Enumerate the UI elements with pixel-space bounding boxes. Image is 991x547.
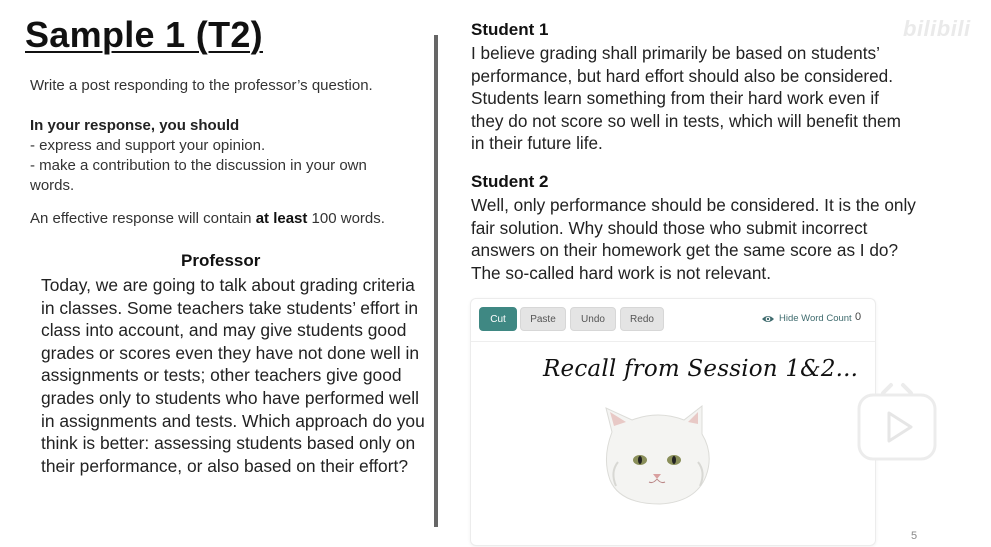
eye-icon: [762, 315, 774, 322]
student1-heading: Student 1: [471, 20, 549, 39]
editor-toolbar: Cut Paste Undo Redo Hide Word Count 0: [471, 299, 875, 342]
instruction-text: Write a post responding to the professor…: [30, 77, 373, 94]
professor-question: Today, we are going to talk about gradin…: [41, 275, 425, 476]
effective-after: 100 words.: [307, 210, 385, 227]
page-number: 5: [911, 530, 918, 542]
word-count: 0: [855, 311, 862, 323]
paste-button[interactable]: Paste: [520, 307, 566, 331]
slide-title: Sample 1 (T2): [25, 14, 263, 55]
cat-image: [605, 404, 710, 505]
effective-response-note: An effective response will contain at le…: [30, 209, 385, 229]
undo-button[interactable]: Undo: [570, 307, 616, 331]
bullet-item: - express and support your opinion.: [30, 137, 266, 154]
hide-word-count-label: Hide Word Count: [779, 313, 852, 324]
bilibili-watermark: bilibili: [903, 16, 971, 41]
cut-button[interactable]: Cut: [479, 307, 517, 331]
effective-before: An effective response will contain: [30, 210, 256, 227]
play-icon[interactable]: [855, 381, 939, 463]
response-heading: In your response, you should: [30, 117, 240, 134]
editor-content-text: Recall from Session 1&2...: [543, 356, 859, 382]
column-divider: [434, 35, 438, 527]
professor-heading: Professor: [181, 251, 261, 270]
hide-word-count-toggle[interactable]: Hide Word Count: [761, 313, 852, 324]
student1-post: I believe grading shall primarily be bas…: [471, 43, 901, 153]
redo-button[interactable]: Redo: [620, 307, 664, 331]
student2-post: Well, only performance should be conside…: [471, 195, 916, 283]
bullet-item: - make a contribution to the discussion …: [30, 157, 367, 194]
student2-heading: Student 2: [471, 172, 549, 191]
effective-bold: at least: [255, 210, 308, 227]
